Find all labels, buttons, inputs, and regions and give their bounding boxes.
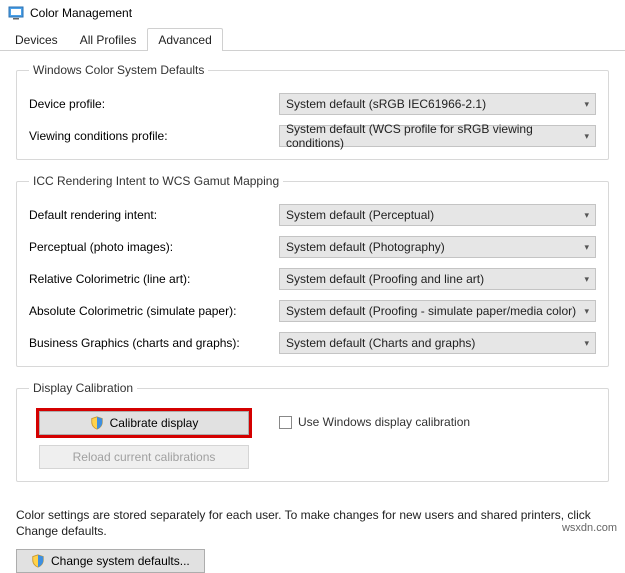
legend-gamut-mapping: ICC Rendering Intent to WCS Gamut Mappin… — [29, 174, 283, 188]
label-relative: Relative Colorimetric (line art): — [29, 272, 279, 286]
shield-icon — [31, 554, 45, 568]
chevron-down-icon: ▾ — [584, 210, 589, 221]
label-viewing-conditions: Viewing conditions profile: — [29, 129, 279, 143]
label-perceptual: Perceptual (photo images): — [29, 240, 279, 254]
label-business: Business Graphics (charts and graphs): — [29, 336, 279, 350]
watermark: wsxdn.com — [562, 522, 617, 534]
reload-calibrations-button: Reload current calibrations — [39, 445, 249, 469]
use-windows-calibration-checkbox[interactable]: Use Windows display calibration — [279, 415, 470, 429]
shield-icon — [90, 416, 104, 430]
dropdown-business[interactable]: System default (Charts and graphs) ▾ — [279, 332, 596, 354]
footer-text: Color settings are stored separately for… — [0, 504, 625, 549]
row-device-profile: Device profile: System default (sRGB IEC… — [29, 93, 596, 115]
dropdown-relative[interactable]: System default (Proofing and line art) ▾ — [279, 268, 596, 290]
chevron-down-icon: ▾ — [584, 99, 589, 110]
legend-display-calibration: Display Calibration — [29, 381, 137, 395]
title-bar: Color Management — [0, 0, 625, 26]
group-display-calibration: Display Calibration Calibrate display Re… — [16, 381, 609, 482]
row-viewing-conditions: Viewing conditions profile: System defau… — [29, 125, 596, 147]
tab-advanced[interactable]: Advanced — [147, 28, 222, 51]
checkbox-box-icon — [279, 416, 292, 429]
group-wcs-defaults: Windows Color System Defaults Device pro… — [16, 63, 609, 160]
dropdown-value: System default (Proofing - simulate pape… — [286, 304, 576, 318]
dropdown-absolute[interactable]: System default (Proofing - simulate pape… — [279, 300, 596, 322]
chevron-down-icon: ▾ — [584, 131, 589, 142]
change-system-defaults-button[interactable]: Change system defaults... — [16, 549, 205, 573]
dropdown-value: System default (Photography) — [286, 240, 445, 254]
label-default-intent: Default rendering intent: — [29, 208, 279, 222]
label-device-profile: Device profile: — [29, 97, 279, 111]
calibrate-display-button[interactable]: Calibrate display — [39, 411, 249, 435]
button-label: Change system defaults... — [51, 554, 190, 568]
tab-strip: Devices All Profiles Advanced — [0, 26, 625, 51]
window-title: Color Management — [30, 6, 132, 20]
row-absolute: Absolute Colorimetric (simulate paper): … — [29, 300, 596, 322]
dropdown-viewing-conditions[interactable]: System default (WCS profile for sRGB vie… — [279, 125, 596, 147]
group-gamut-mapping: ICC Rendering Intent to WCS Gamut Mappin… — [16, 174, 609, 367]
dropdown-device-profile[interactable]: System default (sRGB IEC61966-2.1) ▾ — [279, 93, 596, 115]
row-perceptual: Perceptual (photo images): System defaul… — [29, 236, 596, 258]
legend-wcs-defaults: Windows Color System Defaults — [29, 63, 208, 77]
label-absolute: Absolute Colorimetric (simulate paper): — [29, 304, 279, 318]
dropdown-value: System default (Perceptual) — [286, 208, 434, 222]
dropdown-value: System default (Proofing and line art) — [286, 272, 484, 286]
dropdown-default-intent[interactable]: System default (Perceptual) ▾ — [279, 204, 596, 226]
chevron-down-icon: ▾ — [584, 242, 589, 253]
row-default-intent: Default rendering intent: System default… — [29, 204, 596, 226]
tab-devices[interactable]: Devices — [4, 28, 69, 51]
chevron-down-icon: ▾ — [584, 274, 589, 285]
app-icon — [8, 5, 24, 21]
chevron-down-icon: ▾ — [584, 306, 589, 317]
dropdown-perceptual[interactable]: System default (Photography) ▾ — [279, 236, 596, 258]
chevron-down-icon: ▾ — [584, 338, 589, 349]
row-business: Business Graphics (charts and graphs): S… — [29, 332, 596, 354]
dropdown-value: System default (WCS profile for sRGB vie… — [286, 122, 584, 150]
tab-all-profiles[interactable]: All Profiles — [69, 28, 148, 51]
dropdown-value: System default (Charts and graphs) — [286, 336, 475, 350]
checkbox-label: Use Windows display calibration — [298, 415, 470, 429]
dropdown-value: System default (sRGB IEC61966-2.1) — [286, 97, 486, 111]
button-label: Reload current calibrations — [73, 450, 216, 464]
row-relative: Relative Colorimetric (line art): System… — [29, 268, 596, 290]
tab-content: Windows Color System Defaults Device pro… — [0, 51, 625, 504]
button-label: Calibrate display — [110, 416, 199, 430]
